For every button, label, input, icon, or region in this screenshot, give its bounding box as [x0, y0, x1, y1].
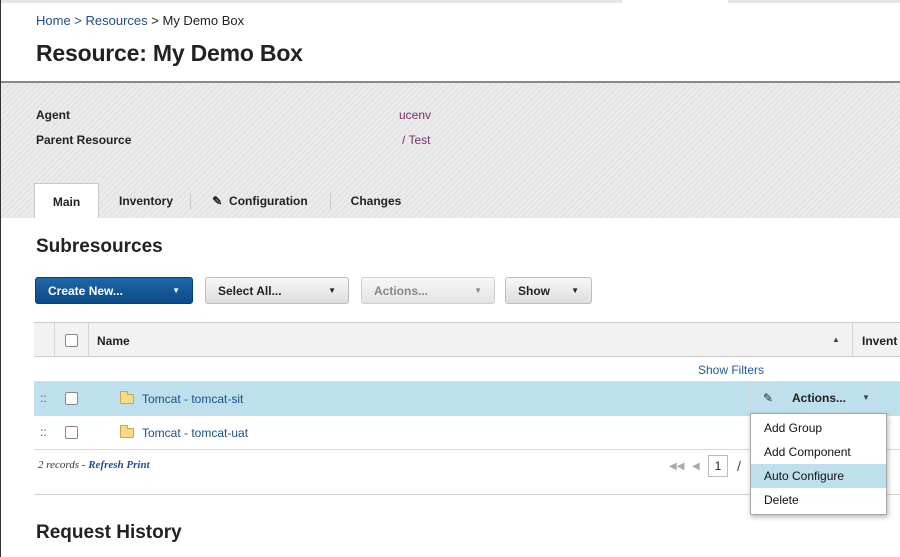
subresources-table: Name ▲ Invent Show Filters :: Tomcat - t…: [34, 322, 900, 450]
page-separator: /: [737, 458, 741, 474]
tab-inventory[interactable]: Inventory: [106, 183, 186, 218]
first-page-icon[interactable]: ◀◀: [669, 461, 684, 472]
select-all-button[interactable]: Select All... ▼: [205, 277, 349, 304]
record-count: 2 records: [38, 459, 80, 471]
tab-main[interactable]: Main: [34, 183, 99, 218]
request-history-heading: Request History: [36, 522, 182, 543]
breadcrumb-resources[interactable]: Resources: [86, 13, 148, 28]
chevron-down-icon: ▼: [862, 393, 870, 402]
agent-value: ucenv: [399, 108, 432, 122]
parent-resource-label: Parent Resource: [36, 133, 132, 147]
page-input[interactable]: 1: [708, 455, 728, 477]
select-all-checkbox[interactable]: [65, 334, 78, 347]
actions-dropdown-menu: Add Group Add Component Auto Configure D…: [750, 413, 887, 515]
menu-item-add-component[interactable]: Add Component: [751, 440, 886, 464]
tab-configuration[interactable]: ✎ Configuration: [200, 183, 320, 218]
chevron-down-icon: ▼: [328, 286, 336, 295]
edit-button[interactable]: ✎: [750, 382, 784, 416]
table-footer: 2 records - Refresh Print: [38, 459, 150, 471]
folder-icon: [120, 391, 134, 404]
column-inventory[interactable]: Invent: [862, 334, 897, 348]
tab-changes[interactable]: Changes: [338, 183, 414, 218]
menu-item-delete[interactable]: Delete: [751, 488, 886, 512]
sort-asc-icon[interactable]: ▲: [832, 335, 840, 344]
print-link[interactable]: Print: [126, 459, 149, 471]
filters-row: Show Filters: [34, 358, 900, 382]
breadcrumb: Home > Resources > My Demo Box: [36, 13, 245, 28]
row-actions-button[interactable]: Actions...: [792, 391, 846, 405]
parent-resource-value[interactable]: / Test: [402, 133, 430, 147]
chevron-down-icon: ▼: [571, 286, 579, 295]
row-actions: ✎ Actions... ▼: [750, 382, 888, 416]
breadcrumb-current: My Demo Box: [162, 13, 245, 28]
agent-label: Agent: [36, 108, 70, 122]
breadcrumb-home[interactable]: Home: [36, 13, 71, 28]
drag-handle-icon[interactable]: ::: [40, 391, 47, 405]
page-title: Resource: My Demo Box: [36, 40, 303, 66]
top-strip: [0, 0, 900, 3]
row-name-link[interactable]: Tomcat - tomcat-sit: [142, 392, 243, 406]
create-new-button[interactable]: Create New... ▼: [35, 277, 193, 304]
row-name-link[interactable]: Tomcat - tomcat-uat: [142, 426, 248, 440]
subresources-heading: Subresources: [36, 236, 163, 257]
table-header: Name ▲ Invent: [34, 323, 900, 357]
drag-handle-icon[interactable]: ::: [40, 425, 47, 439]
folder-icon: [120, 425, 134, 438]
chevron-down-icon: ▼: [474, 286, 482, 295]
refresh-link[interactable]: Refresh: [88, 459, 123, 471]
chevron-down-icon: ▼: [172, 286, 180, 295]
column-name[interactable]: Name: [97, 334, 130, 348]
menu-item-add-group[interactable]: Add Group: [751, 416, 886, 440]
pencil-icon: ✎: [212, 194, 223, 208]
row-checkbox[interactable]: [65, 426, 78, 439]
menu-item-auto-configure[interactable]: Auto Configure: [751, 464, 886, 488]
table-row[interactable]: :: Tomcat - tomcat-sit ✎ Actions... ▼: [34, 382, 900, 416]
show-button[interactable]: Show ▼: [505, 277, 592, 304]
pencil-icon: ✎: [763, 391, 774, 405]
prev-page-icon[interactable]: ◀: [692, 461, 700, 472]
actions-button[interactable]: Actions... ▼: [361, 277, 495, 304]
show-filters-link[interactable]: Show Filters: [698, 363, 764, 377]
row-checkbox[interactable]: [65, 392, 78, 405]
